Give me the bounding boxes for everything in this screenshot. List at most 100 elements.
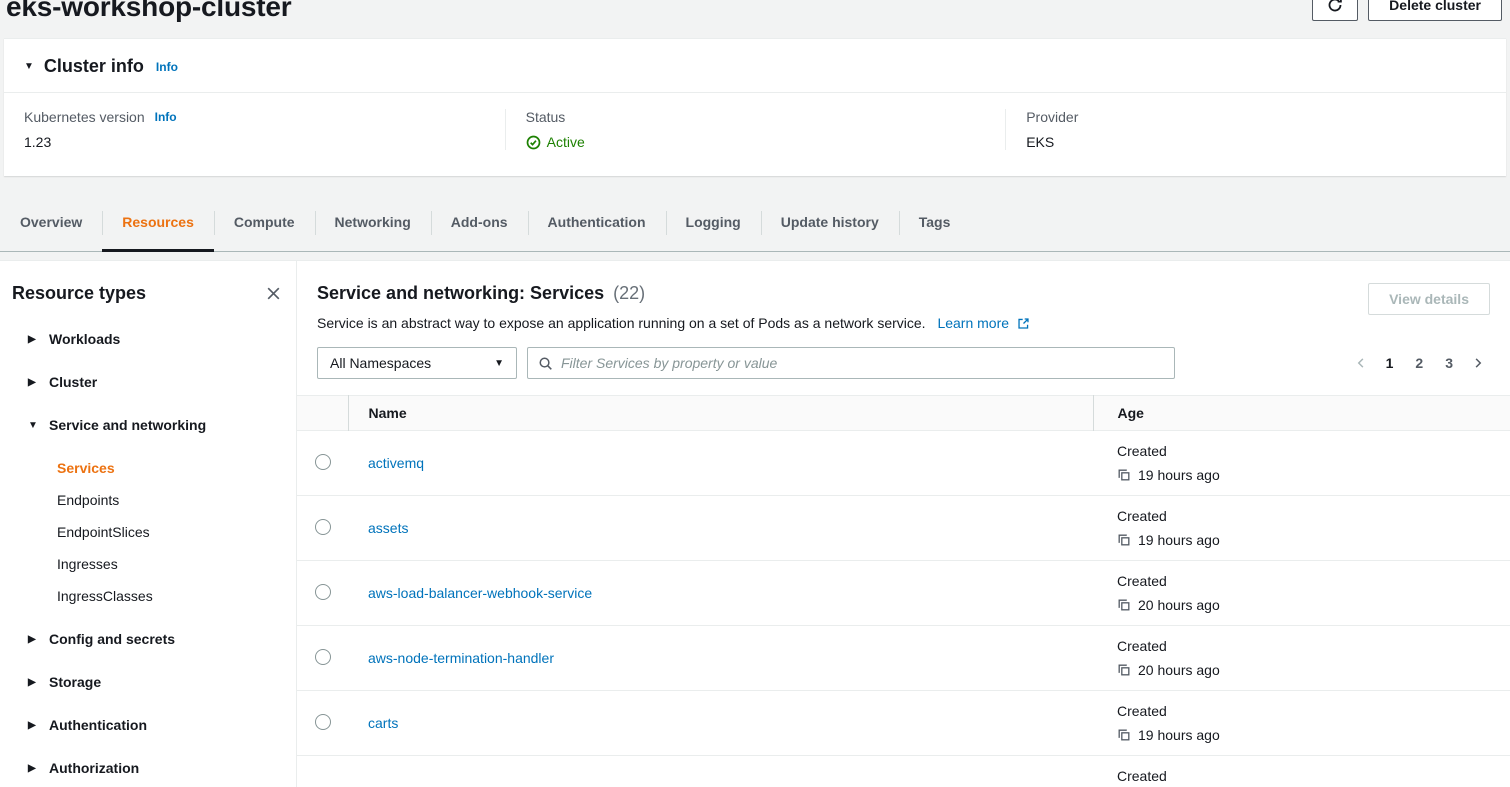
chevron-right-icon: ▶ [28,634,38,645]
copy-icon[interactable] [1117,728,1131,742]
resource-types-title: Resource types [12,283,146,304]
tab-overview[interactable]: Overview [0,195,102,251]
tab-authentication[interactable]: Authentication [528,195,666,251]
resource-types-sidebar: Resource types ▶ Workloads ▶ Cluster ▼ S… [0,261,297,787]
provider-label: Provider [1026,109,1486,125]
delete-cluster-button[interactable]: Delete cluster [1368,0,1502,21]
tab-add-ons[interactable]: Add-ons [431,195,528,251]
services-panel-title: Service and networking: Services [317,283,604,303]
service-name-link[interactable]: carts [368,715,398,731]
refresh-button[interactable] [1312,0,1358,21]
created-label: Created [1117,508,1510,524]
sidebar-item-endpoints[interactable]: Endpoints [57,492,284,508]
status-badge: Active [547,134,585,150]
row-radio-button[interactable] [315,519,331,535]
sidebar-group-workloads[interactable]: ▶ Workloads [28,331,284,347]
page-1-button[interactable]: 1 [1377,351,1403,375]
age-value: 19 hours ago [1138,727,1220,743]
sidebar-group-config-and-secrets[interactable]: ▶ Config and secrets [28,631,284,647]
services-description: Service is an abstract way to expose an … [317,315,926,331]
sidebar-group-authentication[interactable]: ▶ Authentication [28,717,284,733]
created-label: Created [1117,703,1510,719]
chevron-right-icon: ▶ [28,334,38,345]
page-2-button[interactable]: 2 [1406,351,1432,375]
page-title: eks-workshop-cluster [6,0,1510,23]
cluster-tabs: Overview Resources Compute Networking Ad… [0,195,1510,252]
table-row: aws-node-termination-handler Created 20 … [297,626,1510,691]
chevron-down-icon: ▼ [28,420,38,431]
view-details-button[interactable]: View details [1368,283,1490,315]
cluster-info-header[interactable]: ▼ Cluster info Info [4,39,1506,92]
column-header-name[interactable]: Name [348,396,1093,431]
search-icon [538,356,553,371]
refresh-icon [1327,0,1343,13]
table-row: assets Created 19 hours ago [297,496,1510,561]
services-table: Name Age activemq Created 19 hours ago [297,395,1510,787]
copy-icon[interactable] [1117,533,1131,547]
copy-icon[interactable] [1117,468,1131,482]
table-row: carts Created 19 hours ago [297,691,1510,756]
status-active-icon [526,135,541,150]
sidebar-item-ingresses[interactable]: Ingresses [57,556,284,572]
tab-logging[interactable]: Logging [666,195,761,251]
sidebar-group-cluster[interactable]: ▶ Cluster [28,374,284,390]
copy-icon[interactable] [1117,663,1131,677]
kubernetes-version-info-link[interactable]: Info [155,110,177,124]
sidebar-group-authorization[interactable]: ▶ Authorization [28,760,284,776]
service-name-link[interactable]: activemq [368,455,424,471]
header-actions: Delete cluster [1312,0,1502,21]
age-value: 19 hours ago [1138,467,1220,483]
service-name-link[interactable]: assets [368,520,408,536]
row-radio-button[interactable] [315,649,331,665]
copy-icon[interactable] [1117,598,1131,612]
namespace-filter-select[interactable]: All Namespaces ▼ [317,347,517,379]
service-name-link[interactable]: aws-node-termination-handler [368,650,554,666]
row-radio-button[interactable] [315,454,331,470]
table-row-partial: Created [297,756,1510,787]
services-panel: Service and networking: Services (22) Se… [297,261,1510,787]
kubernetes-version-value: 1.23 [24,134,485,150]
cluster-info-card: ▼ Cluster info Info Kubernetes version I… [4,38,1506,176]
page-3-button[interactable]: 3 [1436,351,1462,375]
sidebar-group-storage[interactable]: ▶ Storage [28,674,284,690]
provider-field: Provider EKS [1005,109,1506,150]
kubernetes-version-field: Kubernetes version Info 1.23 [4,109,505,150]
close-sidebar-button[interactable] [263,283,284,304]
close-icon [265,285,282,302]
row-radio-button[interactable] [315,584,331,600]
table-row: activemq Created 19 hours ago [297,431,1510,496]
previous-page-button[interactable] [1349,352,1373,374]
learn-more-link[interactable]: Learn more [937,315,1029,331]
chevron-right-icon: ▶ [28,377,38,388]
row-radio-button[interactable] [315,714,331,730]
status-label: Status [526,109,986,125]
namespace-filter-value: All Namespaces [330,355,431,371]
next-page-button[interactable] [1466,352,1490,374]
sidebar-group-service-and-networking[interactable]: ▼ Service and networking [28,417,284,433]
tab-tags[interactable]: Tags [899,195,971,251]
services-count: (22) [613,283,645,303]
pagination: 1 2 3 [1349,351,1490,375]
tab-update-history[interactable]: Update history [761,195,899,251]
created-label: Created [1117,768,1510,784]
sidebar-item-services[interactable]: Services [57,460,284,476]
tab-compute[interactable]: Compute [214,195,315,251]
provider-value: EKS [1026,134,1486,150]
external-link-icon [1017,317,1030,330]
service-name-link[interactable]: aws-load-balancer-webhook-service [368,585,592,601]
services-search-input[interactable] [561,355,1164,371]
chevron-right-icon: ▶ [28,677,38,688]
column-header-age[interactable]: Age [1093,396,1510,431]
chevron-right-icon: ▶ [28,763,38,774]
sidebar-item-ingressclasses[interactable]: IngressClasses [57,588,284,604]
cluster-info-info-link[interactable]: Info [156,60,178,74]
tab-networking[interactable]: Networking [315,195,431,251]
cluster-info-title: Cluster info [44,56,144,77]
page-header: eks-workshop-cluster Delete cluster [0,0,1510,30]
sidebar-item-endpointslices[interactable]: EndpointSlices [57,524,284,540]
table-row: aws-load-balancer-webhook-service Create… [297,561,1510,626]
chevron-down-icon: ▼ [24,61,34,72]
tab-resources[interactable]: Resources [102,195,214,251]
created-label: Created [1117,573,1510,589]
created-label: Created [1117,638,1510,654]
